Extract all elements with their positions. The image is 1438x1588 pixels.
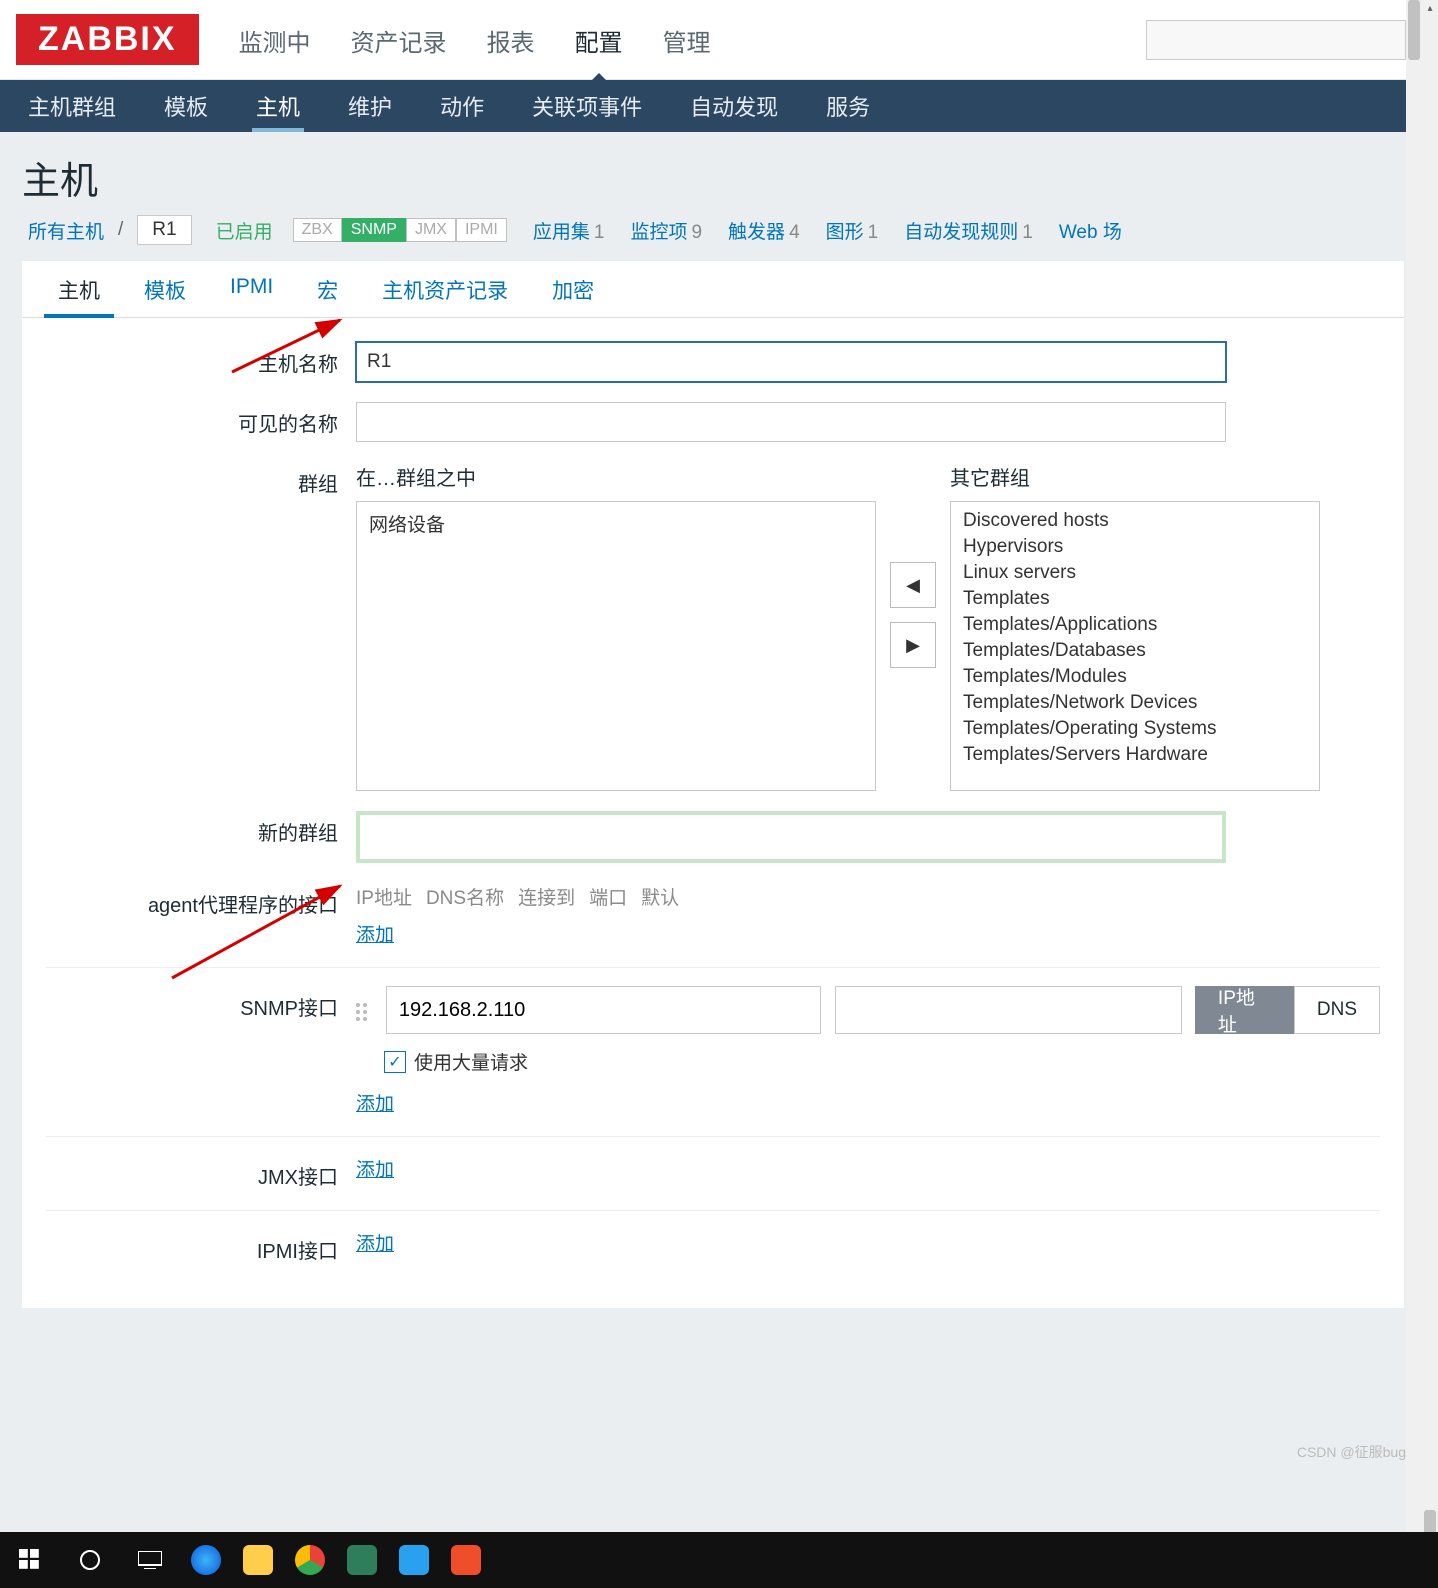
subnav-actions[interactable]: 动作 xyxy=(416,78,508,134)
ifh-dns: DNS名称 xyxy=(426,883,504,910)
outer-vertical-scrollbar[interactable]: ▴ ▾ xyxy=(1422,0,1438,1588)
subnav-correlation[interactable]: 关联项事件 xyxy=(508,78,666,134)
in-groups-header: 在…群组之中 xyxy=(356,462,876,491)
watermark: CSDN @征服bug xyxy=(1297,1442,1406,1462)
bulk-checkbox-label: 使用大量请求 xyxy=(414,1048,528,1075)
availability-badges: ZBX SNMP JMX IPMI xyxy=(293,218,507,242)
inner-vertical-scrollbar[interactable] xyxy=(1406,0,1422,1588)
list-item[interactable]: Templates/Network Devices xyxy=(951,690,1319,716)
counter-items[interactable]: 监控项9 xyxy=(630,217,702,244)
sub-nav: 主机群组 模板 主机 维护 动作 关联项事件 自动发现 服务 xyxy=(0,80,1426,132)
tab-templates[interactable]: 模板 xyxy=(122,261,208,317)
list-item[interactable]: Templates/Databases xyxy=(951,638,1319,664)
badge-snmp: SNMP xyxy=(342,218,406,242)
new-group-input[interactable] xyxy=(356,811,1226,863)
counter-discovery[interactable]: 自动发现规则1 xyxy=(904,217,1033,244)
in-groups-listbox[interactable]: 网络设备 xyxy=(356,501,876,791)
ipmi-add-link[interactable]: 添加 xyxy=(356,1234,394,1255)
breadcrumb: 所有主机 / R1 已启用 ZBX SNMP JMX IPMI 应用集1 监控项… xyxy=(0,215,1426,261)
tab-macros[interactable]: 宏 xyxy=(295,261,360,317)
subnav-discovery[interactable]: 自动发现 xyxy=(666,78,802,134)
interface-table-header: IP地址 DNS名称 连接到 端口 默认 xyxy=(356,883,1380,910)
ifh-default: 默认 xyxy=(641,883,679,910)
agent-add-link[interactable]: 添加 xyxy=(356,925,394,946)
list-item[interactable]: Templates/Applications xyxy=(951,612,1319,638)
move-left-button[interactable]: ◀ xyxy=(890,562,936,608)
topmenu-config[interactable]: 配置 xyxy=(555,0,643,84)
breadcrumb-host[interactable]: R1 xyxy=(137,215,191,245)
other-groups-header: 其它群组 xyxy=(950,462,1320,491)
connect-toggle: IP地址 DNS xyxy=(1196,986,1380,1034)
list-item[interactable]: 网络设备 xyxy=(357,508,875,539)
list-item[interactable]: Templates/Modules xyxy=(951,664,1319,690)
tab-inventory[interactable]: 主机资产记录 xyxy=(360,261,530,317)
list-item[interactable]: Hypervisors xyxy=(951,534,1319,560)
new-group-label: 新的群组 xyxy=(46,811,356,846)
tab-ipmi[interactable]: IPMI xyxy=(208,261,295,317)
host-name-input[interactable] xyxy=(356,342,1226,382)
list-item[interactable]: Discovered hosts xyxy=(951,508,1319,534)
subnav-hostgroups[interactable]: 主机群组 xyxy=(4,78,140,134)
tab-host[interactable]: 主机 xyxy=(36,261,122,317)
top-menu: 监测中 资产记录 报表 配置 管理 xyxy=(219,0,1146,84)
list-item[interactable]: Templates xyxy=(951,586,1319,612)
badge-ipmi: IPMI xyxy=(456,218,507,242)
ifh-connect: 连接到 xyxy=(518,883,575,910)
connect-ip-button[interactable]: IP地址 xyxy=(1195,986,1295,1034)
jmx-add-link[interactable]: 添加 xyxy=(356,1160,394,1181)
breadcrumb-sep: / xyxy=(118,219,123,241)
page-title: 主机 xyxy=(0,132,1426,215)
subnav-hosts[interactable]: 主机 xyxy=(232,78,324,134)
snmp-interface-label: SNMP接口 xyxy=(46,986,356,1021)
drag-handle-icon[interactable] xyxy=(356,999,372,1021)
subnav-templates[interactable]: 模板 xyxy=(140,78,232,134)
topmenu-reports[interactable]: 报表 xyxy=(467,0,555,84)
visible-name-input[interactable] xyxy=(356,402,1226,442)
host-name-label: 主机名称 xyxy=(46,342,356,377)
status-enabled: 已启用 xyxy=(216,217,273,244)
groups-label: 群组 xyxy=(46,462,356,497)
agent-interface-label: agent代理程序的接口 xyxy=(46,883,356,918)
list-item[interactable]: Templates/Servers Hardware xyxy=(951,742,1319,768)
list-item[interactable]: Templates/Operating Systems xyxy=(951,716,1319,742)
host-form: 主机名称 可见的名称 群组 xyxy=(22,318,1404,1308)
jmx-interface-label: JMX接口 xyxy=(46,1155,356,1190)
bulk-checkbox[interactable]: ✓ xyxy=(384,1051,406,1073)
top-bar: ZABBIX 监测中 资产记录 报表 配置 管理 xyxy=(0,0,1426,80)
badge-zbx: ZBX xyxy=(293,218,342,242)
counter-web[interactable]: Web 场 xyxy=(1059,217,1122,244)
snmp-ip-input[interactable] xyxy=(386,986,822,1034)
subnav-maintenance[interactable]: 维护 xyxy=(324,78,416,134)
counter-triggers[interactable]: 触发器4 xyxy=(728,217,800,244)
other-groups-listbox[interactable]: Discovered hosts Hypervisors Linux serve… xyxy=(950,501,1320,791)
search-input[interactable] xyxy=(1146,20,1406,60)
ifh-ip: IP地址 xyxy=(356,883,412,910)
ipmi-interface-label: IPMI接口 xyxy=(46,1229,356,1264)
chevron-up-icon[interactable]: ▴ xyxy=(1422,0,1438,16)
page: 主机 所有主机 / R1 已启用 ZBX SNMP JMX IPMI 应用集1 … xyxy=(0,132,1426,1532)
ifh-port: 端口 xyxy=(589,883,627,910)
snmp-dns-input[interactable] xyxy=(835,986,1182,1034)
breadcrumb-all-hosts[interactable]: 所有主机 xyxy=(28,217,104,244)
counter-applications[interactable]: 应用集1 xyxy=(533,217,605,244)
snmp-add-link[interactable]: 添加 xyxy=(356,1094,394,1115)
move-right-button[interactable]: ▶ xyxy=(890,622,936,668)
tabs: 主机 模板 IPMI 宏 主机资产记录 加密 xyxy=(22,261,1404,318)
counter-graphs[interactable]: 图形1 xyxy=(826,217,879,244)
brand-logo: ZABBIX xyxy=(16,14,199,65)
topmenu-admin[interactable]: 管理 xyxy=(643,0,731,84)
topmenu-monitoring[interactable]: 监测中 xyxy=(219,0,331,84)
topmenu-inventory[interactable]: 资产记录 xyxy=(331,0,467,84)
host-form-card: 主机 模板 IPMI 宏 主机资产记录 加密 xyxy=(22,261,1404,1308)
connect-dns-button[interactable]: DNS xyxy=(1294,986,1380,1034)
visible-name-label: 可见的名称 xyxy=(46,402,356,437)
list-item[interactable]: Linux servers xyxy=(951,560,1319,586)
badge-jmx: JMX xyxy=(406,218,456,242)
tab-encryption[interactable]: 加密 xyxy=(530,261,616,317)
subnav-services[interactable]: 服务 xyxy=(802,78,894,134)
